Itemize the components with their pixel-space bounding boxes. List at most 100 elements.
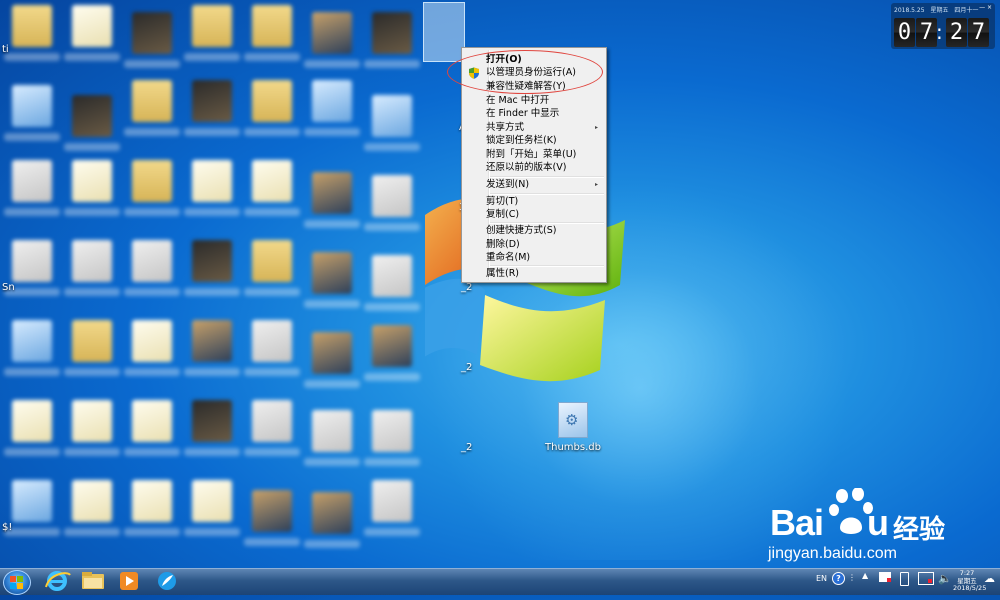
watermark-brand: Bai u: [770, 502, 889, 543]
desktop-icon[interactable]: [184, 240, 240, 296]
desktop-icon[interactable]: [64, 400, 120, 456]
menu-item-delete[interactable]: 删除(D): [486, 238, 520, 251]
menu-item-open-in-mac[interactable]: 在 Mac 中打开: [486, 94, 549, 107]
battery-icon[interactable]: [900, 572, 909, 586]
edge-label: Sn: [2, 282, 15, 293]
desktop-icon[interactable]: [64, 320, 120, 376]
desktop-icon[interactable]: [184, 400, 240, 456]
desktop-icon[interactable]: [124, 12, 180, 68]
menu-item-share-with-label: 共享方式: [486, 122, 525, 133]
thumbs-db-label: Thumbs.db: [545, 442, 601, 453]
desktop-icon[interactable]: [4, 480, 60, 536]
desktop-icon[interactable]: [304, 492, 360, 548]
submenu-arrow-icon: ▸: [594, 181, 598, 188]
clock-date: 2018.5.25: [894, 7, 925, 14]
clock-window-controls[interactable]: — ×: [979, 4, 992, 11]
start-button[interactable]: [3, 570, 31, 595]
menu-item-share-with[interactable]: 共享方式 ▸: [486, 121, 602, 134]
taskbar-app-button[interactable]: [150, 569, 184, 593]
desktop-icon-grid: [0, 0, 462, 560]
desktop-icon[interactable]: [4, 400, 60, 456]
desktop-icon[interactable]: [64, 160, 120, 216]
menu-item-rename[interactable]: 重命名(M): [486, 251, 530, 264]
desktop-icon[interactable]: [364, 95, 420, 151]
desktop-icon[interactable]: [184, 80, 240, 136]
desktop-icon[interactable]: [124, 480, 180, 536]
network-icon[interactable]: [918, 572, 934, 585]
menu-item-send-to[interactable]: 发送到(N) ▸: [486, 178, 602, 191]
tray-clock[interactable]: 7:27 星期五 2018/5/25: [953, 569, 986, 593]
desktop-icon[interactable]: [244, 490, 300, 546]
menu-item-show-in-finder[interactable]: 在 Finder 中显示: [486, 107, 559, 120]
menu-item-copy[interactable]: 复制(C): [486, 208, 519, 221]
desktop-icon[interactable]: [4, 320, 60, 376]
taskbar-explorer-button[interactable]: [76, 569, 110, 593]
desktop-icon[interactable]: [64, 480, 120, 536]
desktop-icon[interactable]: [364, 175, 420, 231]
desktop-icon[interactable]: [304, 172, 360, 228]
flip-clock-widget[interactable]: 2018.5.25 星期五 四月十一 — × 0 7 : 2 7: [891, 3, 995, 49]
desktop-icon[interactable]: [64, 5, 120, 61]
desktop-icon[interactable]: [244, 80, 300, 136]
desktop-icon[interactable]: [4, 85, 60, 141]
desktop-icon[interactable]: [124, 400, 180, 456]
taskbar-ie-button[interactable]: [40, 569, 74, 593]
app-feather-icon: [158, 572, 176, 590]
thumbs-db-icon[interactable]: Thumbs.db: [545, 402, 601, 453]
action-center-flag-icon[interactable]: [879, 572, 891, 582]
menu-item-pin-taskbar[interactable]: 锁定到任务栏(K): [486, 134, 557, 147]
desktop-icon[interactable]: [184, 5, 240, 61]
menu-item-send-to-label: 发送到(N): [486, 179, 530, 190]
show-hidden-icons-icon[interactable]: ▲: [862, 571, 868, 597]
desktop-icon[interactable]: [244, 320, 300, 376]
desktop-icon[interactable]: [244, 5, 300, 61]
selected-desktop-icon[interactable]: [423, 2, 465, 62]
watermark-cn: 经验: [893, 515, 946, 545]
menu-item-properties[interactable]: 属性(R): [486, 267, 519, 280]
desktop-icon[interactable]: [304, 332, 360, 388]
desktop-icon[interactable]: [124, 80, 180, 136]
help-icon[interactable]: ?: [832, 572, 845, 585]
desktop-icon[interactable]: [4, 160, 60, 216]
desktop-icon[interactable]: [64, 95, 120, 151]
desktop-icon[interactable]: [364, 480, 420, 536]
menu-item-restore-previous[interactable]: 还原以前的版本(V): [486, 161, 566, 174]
desktop-icon[interactable]: [364, 255, 420, 311]
taskbar-media-button[interactable]: [112, 569, 146, 593]
language-indicator[interactable]: EN: [816, 574, 827, 600]
desktop-icon[interactable]: [124, 160, 180, 216]
desktop-icon[interactable]: [4, 5, 60, 61]
clock-hour-tens: 0: [894, 18, 915, 47]
desktop-icon[interactable]: [364, 325, 420, 381]
desktop-icon[interactable]: [124, 240, 180, 296]
desktop-icon[interactable]: [4, 240, 60, 296]
volume-icon[interactable]: 🔈: [938, 572, 952, 598]
desktop-icon[interactable]: [304, 12, 360, 68]
desktop-icon[interactable]: [364, 410, 420, 466]
clock-min-tens: 2: [946, 18, 967, 47]
cloud-sync-icon[interactable]: ☁: [984, 572, 995, 598]
desktop-icon[interactable]: [184, 320, 240, 376]
tray-arrows-icon[interactable]: ⋮: [848, 573, 856, 599]
desktop-icon[interactable]: [244, 240, 300, 296]
desktop-icon[interactable]: [124, 320, 180, 376]
desktop-icon[interactable]: [244, 160, 300, 216]
desktop-icon[interactable]: [364, 12, 420, 68]
menu-item-create-shortcut[interactable]: 创建快捷方式(S): [486, 224, 556, 237]
desktop-icon[interactable]: [304, 410, 360, 466]
menu-item-cut[interactable]: 剪切(T): [486, 195, 518, 208]
clock-weekday: 星期五: [930, 7, 949, 14]
clock-colon: :: [936, 20, 943, 44]
desktop-icon[interactable]: [184, 160, 240, 216]
desktop[interactable]: ti A 3 Sn $! _2 _2 _2 Thumbs.db 2018.5.2…: [0, 0, 1000, 568]
menu-item-pin-start[interactable]: 附到「开始」菜单(U): [486, 148, 576, 161]
desktop-icon[interactable]: [304, 252, 360, 308]
desktop-icon[interactable]: [184, 480, 240, 536]
edge-label: ti: [2, 44, 9, 55]
desktop-icon[interactable]: [64, 240, 120, 296]
windows-flag-icon: [10, 576, 23, 589]
edge-label: _2: [461, 282, 473, 293]
desktop-icon[interactable]: [244, 400, 300, 456]
desktop-icon[interactable]: [304, 80, 360, 136]
edge-label: _2: [461, 362, 473, 373]
